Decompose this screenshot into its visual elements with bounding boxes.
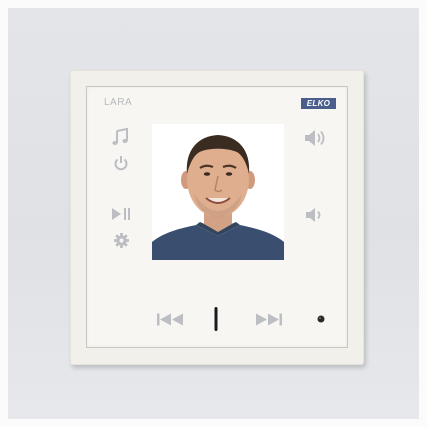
status-led <box>210 305 222 333</box>
ir-sensor-dot <box>315 313 327 325</box>
next-track-icon[interactable] <box>253 309 285 329</box>
caller-portrait <box>152 124 284 260</box>
brand-logo: ELKO <box>301 98 336 109</box>
power-icon[interactable] <box>110 153 132 173</box>
music-note-icon[interactable] <box>109 127 131 147</box>
volume-up-icon[interactable] <box>303 127 331 149</box>
play-pause-icon[interactable] <box>109 204 133 224</box>
volume-down-icon[interactable] <box>303 205 327 225</box>
previous-track-icon[interactable] <box>154 309 186 329</box>
settings-icon[interactable] <box>111 230 131 250</box>
video-display <box>152 124 284 260</box>
model-label: LARA <box>104 97 133 108</box>
